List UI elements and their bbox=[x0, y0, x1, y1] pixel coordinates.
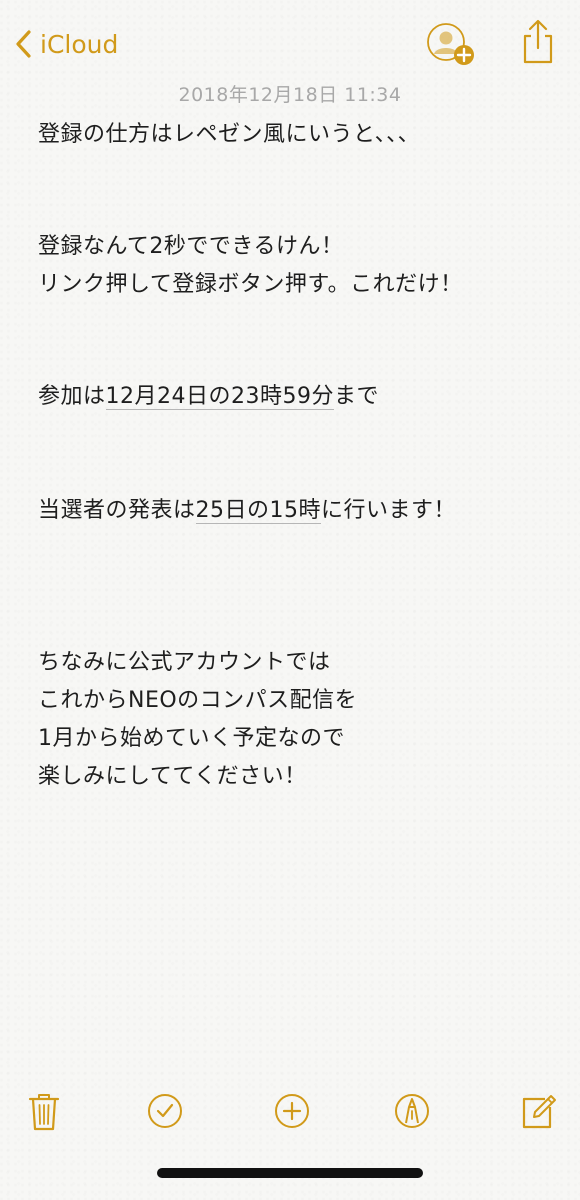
delete-button[interactable] bbox=[24, 1088, 64, 1134]
markup-button[interactable] bbox=[392, 1088, 432, 1134]
note-line: 参加は12月24日の23時59分まで bbox=[38, 380, 379, 413]
note-line: 登録なんて2秒でできるけん！ bbox=[38, 234, 344, 259]
compose-icon bbox=[522, 1095, 556, 1129]
chevron-left-icon bbox=[16, 30, 31, 58]
trash-icon bbox=[28, 1094, 60, 1131]
note-line: ちなみに公式アカウントでは bbox=[38, 650, 331, 675]
back-button[interactable]: iCloud bbox=[14, 24, 118, 64]
bottom-toolbar bbox=[0, 1088, 580, 1138]
date-link-deadline[interactable]: 12月24日の23時59分 bbox=[105, 384, 334, 410]
add-people-button[interactable] bbox=[426, 22, 476, 68]
navigation-bar: iCloud bbox=[0, 0, 580, 86]
note-line: 登録の仕方はレペゼン風にいうと、、、 bbox=[38, 122, 421, 147]
date-link-announcement[interactable]: 25日の15時 bbox=[195, 498, 322, 524]
compose-button[interactable] bbox=[518, 1088, 558, 1134]
note-text: に行います！ bbox=[321, 498, 457, 523]
share-button[interactable] bbox=[520, 18, 556, 66]
note-line: これからNEOのコンパス配信を bbox=[38, 688, 358, 713]
checklist-icon bbox=[148, 1094, 182, 1128]
add-people-icon bbox=[427, 23, 474, 65]
add-icon bbox=[275, 1094, 309, 1128]
markup-icon bbox=[395, 1094, 429, 1128]
note-line: 楽しみにしててください！ bbox=[38, 764, 307, 789]
home-indicator[interactable] bbox=[157, 1168, 423, 1178]
note-line: 1月から始めていく予定なので bbox=[38, 726, 345, 751]
note-timestamp: 2018年12月18日 11:34 bbox=[178, 84, 402, 106]
share-icon bbox=[523, 19, 553, 64]
back-label: iCloud bbox=[40, 29, 119, 59]
note-background bbox=[0, 0, 580, 1200]
note-line: リンク押して登録ボタン押す。これだけ！ bbox=[38, 272, 463, 297]
note-text: 参加は bbox=[38, 384, 106, 409]
note-line: 当選者の発表は25日の15時に行います！ bbox=[38, 494, 456, 527]
note-text: 当選者の発表は bbox=[38, 498, 196, 523]
note-text: まで bbox=[334, 384, 380, 409]
checklist-button[interactable] bbox=[145, 1088, 185, 1134]
add-button[interactable] bbox=[272, 1088, 312, 1134]
